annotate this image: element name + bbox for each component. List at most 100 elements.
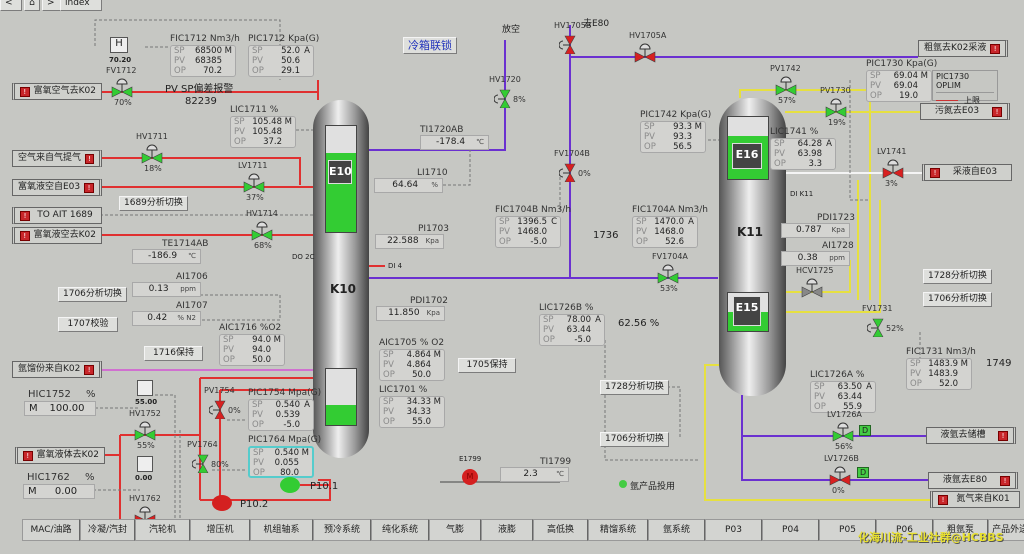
alarm-icon[interactable]: ! — [85, 153, 94, 164]
flow-tag-t7[interactable]: ! 富氧液体去K02 — [15, 447, 105, 464]
sp-value[interactable]: 68500 — [188, 46, 222, 56]
flow-tag-t3[interactable]: 富氧液空自E03! — [12, 179, 102, 196]
alarm-icon[interactable]: ! — [990, 43, 1000, 54]
nav-tab-10[interactable]: 精馏系统 — [588, 519, 648, 541]
interlock-button[interactable]: 冷箱联锁 — [403, 37, 457, 54]
nav-tab-0[interactable]: MAC/油路 — [22, 519, 80, 541]
index-button[interactable]: index — [60, 0, 102, 11]
aic1716-faceplate[interactable]: SP 94.0 M PV 94.0 OP 50.0 — [219, 334, 285, 366]
sp-value[interactable]: 1470.0 — [650, 217, 684, 227]
flow-tag-t5[interactable]: ! 富氧液空去K02 — [12, 227, 102, 244]
pic1754-faceplate[interactable]: SP 0.540 A PV 0.539 OP -5.0 — [248, 399, 314, 431]
nav-tab-6[interactable]: 纯化系统 — [371, 519, 429, 541]
flow-tag-t11[interactable]: 液氩去储槽! — [926, 427, 1016, 444]
home-icon[interactable]: ⌂ — [24, 0, 40, 11]
nav-tab-3[interactable]: 增压机 — [190, 519, 250, 541]
fic1704b-faceplate[interactable]: SP 1396.5 C PV 1468.0 OP -5.0 — [495, 216, 561, 248]
alarm-icon[interactable]: ! — [998, 430, 1008, 441]
pump-p10-1-icon[interactable] — [280, 477, 300, 493]
hv1705b-valve-icon[interactable] — [559, 32, 581, 54]
fv1712-valve-icon[interactable] — [111, 77, 133, 99]
hic1762-input[interactable]: M 0.00 — [23, 484, 95, 499]
alarm-icon[interactable]: ! — [20, 210, 30, 221]
hcv1725-valve-icon[interactable] — [801, 277, 823, 299]
nav-tab-12[interactable]: P03 — [705, 519, 762, 541]
lic1741-faceplate[interactable]: SP 64.28 A PV 63.98 OP 3.3 — [770, 138, 836, 170]
alarm-icon[interactable]: ! — [938, 494, 948, 505]
alarm-icon[interactable]: ! — [84, 364, 94, 375]
fic1712-faceplate[interactable]: SP 68500 M PV 68385 OP 70.2 — [170, 45, 236, 77]
pv1730-valve-icon[interactable] — [825, 97, 847, 119]
hv1714-valve-icon[interactable] — [251, 220, 273, 242]
b1707-button[interactable]: 1707校验 — [58, 317, 118, 332]
lic1726b-faceplate[interactable]: SP 78.00 A PV 63.44 OP -5.0 — [539, 314, 605, 346]
fv1704a-valve-icon[interactable] — [657, 263, 679, 285]
nav-tab-2[interactable]: 汽轮机 — [135, 519, 190, 541]
b1689-button[interactable]: 1689分析切换 — [119, 196, 188, 211]
alarm-icon[interactable]: ! — [20, 86, 30, 97]
fic1731-faceplate[interactable]: SP 1483.9 M PV 1483.9 OP 52.0 — [906, 358, 972, 390]
hic1752-input[interactable]: M 100.00 — [24, 401, 96, 416]
lv1741-valve-icon[interactable] — [882, 158, 904, 180]
nav-tab-7[interactable]: 气膨 — [429, 519, 481, 541]
pic1764-faceplate[interactable]: SP 0.540 M PV 0.055 OP 80.0 — [248, 446, 314, 478]
fic1704a-faceplate[interactable]: SP 1470.0 A PV 1468.0 OP 52.6 — [632, 216, 698, 248]
b1706b-button[interactable]: 1706分析切换 — [600, 432, 669, 447]
b1706c-button[interactable]: 1706分析切换 — [923, 292, 992, 307]
sp-value[interactable]: 64.28 — [788, 139, 822, 149]
pv1742-valve-icon[interactable] — [775, 75, 797, 97]
hic1762-station-icon[interactable] — [137, 456, 153, 472]
nav-tab-9[interactable]: 高低换 — [533, 519, 588, 541]
sp-value[interactable]: 63.50 — [828, 382, 862, 392]
b1706a-button[interactable]: 1706分析切换 — [58, 287, 127, 302]
alarm-icon[interactable]: ! — [930, 167, 940, 178]
pic1712-faceplate[interactable]: SP 52.0 A PV 50.6 OP 29.1 — [248, 45, 314, 77]
lv1711-valve-icon[interactable] — [243, 172, 265, 194]
alarm-icon[interactable]: ! — [1000, 475, 1010, 486]
hic1752-station-icon[interactable] — [137, 380, 153, 396]
hv1705a-valve-icon[interactable] — [634, 42, 656, 64]
b1705-button[interactable]: 1705保持 — [458, 358, 516, 373]
lic1726a-faceplate[interactable]: SP 63.50 A PV 63.44 OP 55.9 — [810, 381, 876, 413]
sp-value[interactable]: 105.48 — [248, 117, 282, 127]
pic1730-faceplate[interactable]: SP 69.04 M PV 69.04 OP 19.0 — [866, 70, 932, 102]
flow-tag-t10[interactable]: ! 采液自E03 — [922, 164, 1012, 181]
sp-value[interactable]: 1483.9 — [924, 359, 958, 369]
flow-tag-t12[interactable]: 液氩去E80! — [928, 472, 1018, 489]
h-station[interactable]: H — [110, 37, 128, 53]
lic1711-faceplate[interactable]: SP 105.48 M PV 105.48 OP 37.2 — [230, 116, 296, 148]
sp-value[interactable]: 0.540 — [266, 400, 300, 410]
nav-tab-5[interactable]: 预冷系统 — [313, 519, 371, 541]
b1716-button[interactable]: 1716保持 — [144, 346, 203, 361]
sp-value[interactable]: 94.0 — [237, 335, 271, 345]
lv1726b-valve-icon[interactable] — [829, 465, 851, 487]
sp-value[interactable]: 4.864 — [397, 350, 431, 360]
hv1752-valve-icon[interactable] — [134, 420, 156, 442]
alarm-icon[interactable]: ! — [84, 182, 94, 193]
nav-tab-13[interactable]: P04 — [762, 519, 819, 541]
sp-value[interactable]: 69.04 — [884, 71, 918, 81]
alarm-icon[interactable]: ! — [992, 106, 1002, 117]
alarm-icon[interactable]: ! — [23, 450, 33, 461]
flow-tag-t13[interactable]: ! 氮气来自K01 — [930, 491, 1020, 508]
b1728a-button[interactable]: 1728分析切换 — [600, 380, 669, 395]
sp-value[interactable]: 78.00 — [557, 315, 591, 325]
pic1742-faceplate[interactable]: SP 93.3 M PV 93.3 OP 56.5 — [640, 121, 706, 153]
nav-tab-11[interactable]: 氩系统 — [648, 519, 705, 541]
sp-value[interactable]: 93.3 — [658, 122, 692, 132]
b1728b-button[interactable]: 1728分析切换 — [923, 269, 992, 284]
back-button[interactable]: < — [0, 0, 22, 11]
aic1705-faceplate[interactable]: SP 4.864 M PV 4.864 OP 50.0 — [379, 349, 445, 381]
nav-tab-4[interactable]: 机组轴系 — [250, 519, 313, 541]
forward-button[interactable]: > — [42, 0, 62, 11]
nav-tab-8[interactable]: 液膨 — [481, 519, 533, 541]
motor-e1799[interactable]: M — [462, 469, 478, 485]
flow-tag-t8[interactable]: 粗氩去K02采液! — [918, 40, 1008, 57]
sp-value[interactable]: 34.33 — [397, 397, 431, 407]
nav-tab-1[interactable]: 冷凝/汽封 — [80, 519, 135, 541]
flow-tag-t6[interactable]: 氩馏份来自K02! — [12, 361, 102, 378]
lv1726a-valve-icon[interactable] — [832, 421, 854, 443]
sp-value[interactable]: 1396.5 — [513, 217, 547, 227]
flow-tag-t1[interactable]: ! 富氧空气去K02 — [12, 83, 102, 100]
pump-p10-2-icon[interactable] — [212, 495, 232, 511]
